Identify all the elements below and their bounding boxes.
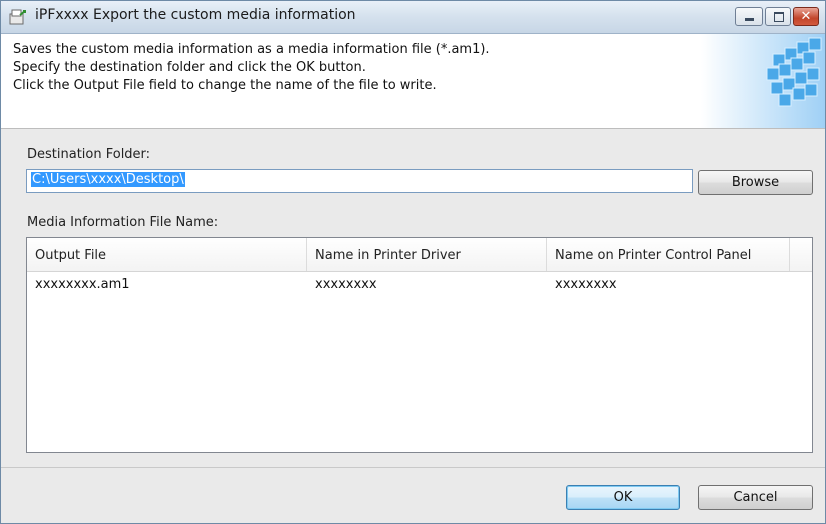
instruction-line-3: Click the Output File field to change th… bbox=[13, 78, 437, 93]
minimize-button[interactable] bbox=[735, 7, 763, 26]
app-icon bbox=[9, 9, 27, 25]
output-file-cell[interactable]: xxxxxxxx.am1 bbox=[27, 272, 307, 296]
destination-folder-label: Destination Folder: bbox=[27, 147, 151, 162]
destination-folder-value: C:\Users\xxxx\Desktop\ bbox=[31, 172, 185, 187]
title-bar[interactable]: iPFxxxx Export the custom media informat… bbox=[1, 1, 825, 34]
column-header-filler bbox=[790, 238, 812, 271]
cancel-button[interactable]: Cancel bbox=[698, 485, 813, 510]
close-icon: ✕ bbox=[800, 9, 812, 24]
minimize-icon bbox=[745, 18, 754, 21]
list-header: Output File Name in Printer Driver Name … bbox=[27, 238, 812, 272]
window-title: iPFxxxx Export the custom media informat… bbox=[35, 7, 356, 23]
instruction-header: Saves the custom media information as a … bbox=[1, 34, 825, 129]
table-row[interactable]: xxxxxxxx.am1 xxxxxxxx xxxxxxxx bbox=[27, 272, 812, 296]
control-panel-name-cell: xxxxxxxx bbox=[555, 277, 617, 292]
maximize-button[interactable] bbox=[765, 7, 791, 26]
ok-button[interactable]: OK bbox=[566, 485, 680, 510]
maximize-icon bbox=[774, 12, 784, 22]
browse-button[interactable]: Browse bbox=[698, 170, 813, 195]
footer-divider bbox=[1, 467, 825, 468]
printer-driver-name-cell: xxxxxxxx bbox=[315, 277, 377, 292]
column-header-output-file[interactable]: Output File bbox=[27, 238, 307, 271]
media-file-label: Media Information File Name: bbox=[27, 215, 219, 230]
media-file-list[interactable]: Output File Name in Printer Driver Name … bbox=[26, 237, 813, 453]
destination-folder-input[interactable]: C:\Users\xxxx\Desktop\ bbox=[26, 169, 693, 193]
column-header-control-panel-name[interactable]: Name on Printer Control Panel bbox=[547, 238, 790, 271]
dialog-window: iPFxxxx Export the custom media informat… bbox=[0, 0, 826, 524]
close-button[interactable]: ✕ bbox=[793, 7, 819, 26]
column-header-printer-driver-name[interactable]: Name in Printer Driver bbox=[307, 238, 547, 271]
header-graphic bbox=[701, 34, 825, 128]
instruction-line-2: Specify the destination folder and click… bbox=[13, 60, 366, 75]
instruction-line-1: Saves the custom media information as a … bbox=[13, 42, 490, 57]
